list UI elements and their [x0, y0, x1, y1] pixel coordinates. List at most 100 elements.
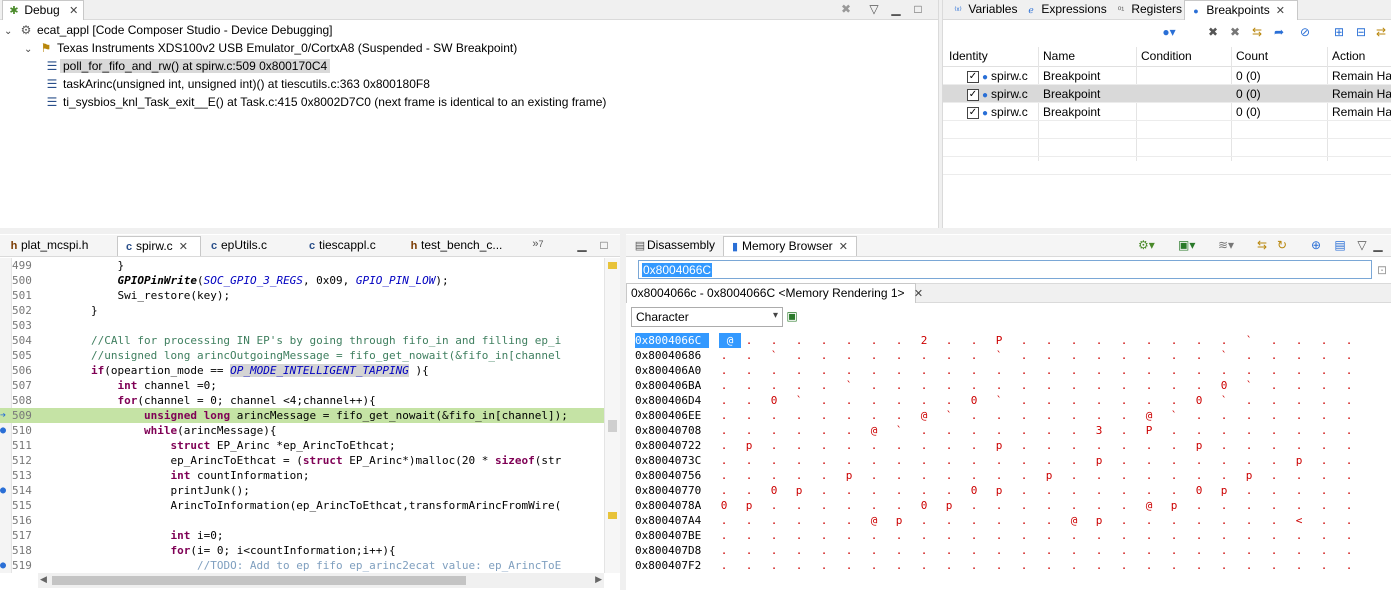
- memory-char-cell[interactable]: .: [919, 513, 929, 528]
- memory-char-cell[interactable]: .: [1194, 453, 1204, 468]
- memory-char-cell[interactable]: .: [1169, 543, 1179, 558]
- memory-char-cell[interactable]: .: [1144, 363, 1154, 378]
- memory-char-cell[interactable]: .: [969, 468, 979, 483]
- memory-char-cell[interactable]: .: [1269, 513, 1279, 528]
- memory-char-cell[interactable]: .: [744, 543, 754, 558]
- memory-char-cell[interactable]: .: [1094, 468, 1104, 483]
- breakpoint-marker-icon[interactable]: ●: [0, 483, 12, 498]
- code-line[interactable]: ● 519 //TODO: Add to ep fifo ep_arinc2eca…: [0, 558, 604, 573]
- memory-char-cell[interactable]: .: [1294, 423, 1304, 438]
- code-line[interactable]: 505 //unsigned long arincOutgoingMessage…: [0, 348, 604, 363]
- memory-char-cell[interactable]: .: [1069, 363, 1079, 378]
- pin-icon[interactable]: ⊕: [1308, 238, 1324, 252]
- memory-char-cell[interactable]: .: [744, 393, 754, 408]
- memory-char-cell[interactable]: .: [744, 513, 754, 528]
- memory-char-cell[interactable]: p: [1044, 468, 1054, 483]
- breakpoint-marker-icon[interactable]: ●: [0, 423, 12, 438]
- memory-char-cell[interactable]: .: [1344, 528, 1354, 543]
- memory-char-cell[interactable]: .: [1344, 513, 1354, 528]
- memory-char-cell[interactable]: .: [894, 333, 904, 348]
- memory-char-cell[interactable]: .: [894, 408, 904, 423]
- memory-char-cell[interactable]: 0: [769, 483, 779, 498]
- memory-char-cell[interactable]: .: [944, 348, 954, 363]
- memory-char-cell[interactable]: .: [944, 468, 954, 483]
- memory-char-cell[interactable]: .: [1019, 468, 1029, 483]
- memory-char-cell[interactable]: .: [1294, 483, 1304, 498]
- memory-row[interactable]: 0x8004066C@.......2..P.........`........…: [635, 333, 1375, 348]
- memory-char-cell[interactable]: `: [994, 348, 1004, 363]
- memory-char-cell[interactable]: .: [919, 528, 929, 543]
- memory-char-cell[interactable]: .: [1044, 408, 1054, 423]
- memory-char-cell[interactable]: .: [794, 543, 804, 558]
- memory-char-cell[interactable]: .: [1169, 363, 1179, 378]
- memory-char-cell[interactable]: .: [819, 378, 829, 393]
- memory-char-cell[interactable]: .: [1144, 378, 1154, 393]
- memory-char-cell[interactable]: .: [844, 498, 854, 513]
- memory-char-cell[interactable]: 0: [969, 483, 979, 498]
- memory-char-cell[interactable]: .: [969, 378, 979, 393]
- column-header-identity[interactable]: Identity: [949, 46, 1039, 66]
- memory-row[interactable]: 0x800407F2..............................…: [635, 558, 1375, 573]
- memory-char-cell[interactable]: .: [819, 423, 829, 438]
- editor-tab[interactable]: h plat_mcspi.h: [3, 236, 111, 256]
- memory-char-cell[interactable]: .: [1044, 543, 1054, 558]
- code-line[interactable]: 508 for(channel = 0; channel <4;channel+…: [0, 393, 604, 408]
- memory-char-cell[interactable]: P: [1144, 423, 1154, 438]
- memory-char-cell[interactable]: .: [944, 363, 954, 378]
- memory-char-cell[interactable]: .: [1169, 333, 1179, 348]
- memory-char-cell[interactable]: .: [1019, 498, 1029, 513]
- memory-char-cell[interactable]: .: [1269, 333, 1279, 348]
- memory-char-cell[interactable]: .: [744, 483, 754, 498]
- memory-char-cell[interactable]: .: [1219, 543, 1229, 558]
- memory-char-cell[interactable]: .: [994, 453, 1004, 468]
- memory-char-cell[interactable]: .: [1069, 543, 1079, 558]
- memory-char-cell[interactable]: .: [1269, 453, 1279, 468]
- memory-char-cell[interactable]: .: [1194, 423, 1204, 438]
- memory-char-cell[interactable]: .: [1269, 528, 1279, 543]
- editor-maximize-icon[interactable]: □: [596, 238, 612, 252]
- memory-char-cell[interactable]: .: [1094, 528, 1104, 543]
- memory-char-cell[interactable]: .: [1069, 468, 1079, 483]
- memory-char-cell[interactable]: .: [1044, 558, 1054, 573]
- code-line[interactable]: 504 //CAll for processing IN EP's by goi…: [0, 333, 604, 348]
- new-rendering-icon[interactable]: ▣▾: [1178, 238, 1195, 252]
- memory-char-cell[interactable]: .: [819, 363, 829, 378]
- memory-char-cell[interactable]: .: [819, 498, 829, 513]
- tab-disassembly[interactable]: ▤ Disassembly: [629, 236, 721, 256]
- memory-row[interactable]: 0x8004073C...............p.......p......…: [635, 453, 1375, 468]
- memory-char-cell[interactable]: .: [1244, 543, 1254, 558]
- memory-row[interactable]: 0x800406BA.....`..............0`........…: [635, 378, 1375, 393]
- remove-terminated-icon[interactable]: ✖: [838, 2, 854, 16]
- memory-char-cell[interactable]: .: [919, 483, 929, 498]
- memory-char-cell[interactable]: .: [1344, 543, 1354, 558]
- memory-char-cell[interactable]: .: [819, 333, 829, 348]
- memory-char-cell[interactable]: .: [869, 453, 879, 468]
- memory-char-cell[interactable]: .: [794, 453, 804, 468]
- memory-char-cell[interactable]: `: [944, 408, 954, 423]
- memory-char-cell[interactable]: .: [769, 438, 779, 453]
- memory-char-cell[interactable]: .: [1294, 408, 1304, 423]
- memory-char-cell[interactable]: .: [1069, 558, 1079, 573]
- memory-char-cell[interactable]: .: [1144, 483, 1154, 498]
- memory-char-cell[interactable]: .: [869, 348, 879, 363]
- refresh-icon[interactable]: ⚙▾: [1138, 238, 1155, 252]
- memory-char-cell[interactable]: .: [1244, 393, 1254, 408]
- code-line[interactable]: 513 int countInformation;: [0, 468, 604, 483]
- scrollbar-thumb[interactable]: [52, 576, 466, 585]
- memory-char-cell[interactable]: .: [919, 348, 929, 363]
- memory-char-cell[interactable]: .: [869, 363, 879, 378]
- memory-char-cell[interactable]: p: [744, 498, 754, 513]
- memory-char-cell[interactable]: .: [994, 363, 1004, 378]
- memory-char-cell[interactable]: .: [1244, 408, 1254, 423]
- memory-char-cell[interactable]: .: [994, 378, 1004, 393]
- tab-breakpoints[interactable]: ● Breakpoints ✕: [1184, 0, 1298, 20]
- memory-char-cell[interactable]: .: [919, 543, 929, 558]
- memory-char-cell[interactable]: .: [1094, 393, 1104, 408]
- code-line[interactable]: 515 ArincToInformation(ep_ArincToEthcat,…: [0, 498, 604, 513]
- memory-char-cell[interactable]: .: [1294, 378, 1304, 393]
- memory-char-cell[interactable]: .: [1244, 423, 1254, 438]
- chevron-down-icon[interactable]: ⌄: [24, 41, 38, 59]
- memory-char-cell[interactable]: .: [1019, 438, 1029, 453]
- memory-char-cell[interactable]: .: [1119, 333, 1129, 348]
- memory-char-cell[interactable]: .: [1294, 363, 1304, 378]
